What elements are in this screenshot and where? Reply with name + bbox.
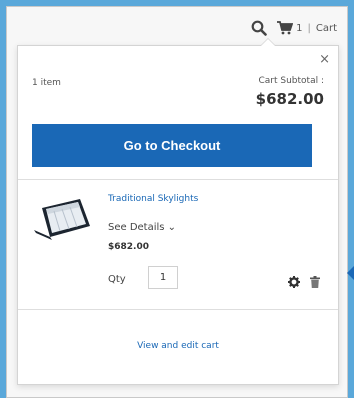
header-bar: 1 | Cart (7, 7, 347, 49)
subtotal-value: $682.00 (255, 90, 324, 108)
view-edit-cart-link[interactable]: View and edit cart (18, 341, 338, 351)
product-image[interactable] (32, 196, 92, 241)
item-price: $682.00 (108, 242, 149, 252)
qty-input[interactable] (148, 266, 178, 289)
close-icon[interactable]: × (319, 53, 330, 66)
header-cart-link[interactable]: 1 | Cart (277, 21, 337, 35)
checkout-button[interactable]: Go to Checkout (32, 124, 312, 167)
divider (18, 179, 338, 180)
qty-label: Qty (108, 274, 126, 285)
side-arrow-indicator (347, 264, 354, 282)
search-icon[interactable] (251, 20, 267, 36)
cart-separator: | (307, 22, 311, 34)
cart-label: Cart (315, 22, 337, 34)
subtotal-label: Cart Subtotal : (258, 76, 325, 86)
item-count: 1 item (32, 78, 61, 88)
cart-count: 1 (296, 22, 303, 34)
see-details-toggle[interactable]: See Details ⌄ (108, 222, 176, 233)
minicart-dropdown: × 1 item Cart Subtotal : $682.00 Go to C… (17, 38, 339, 385)
cart-icon (277, 21, 294, 35)
gear-icon[interactable] (288, 273, 300, 292)
divider (18, 309, 338, 310)
trash-icon[interactable] (310, 273, 320, 292)
product-name-link[interactable]: Traditional Skylights (108, 194, 198, 204)
